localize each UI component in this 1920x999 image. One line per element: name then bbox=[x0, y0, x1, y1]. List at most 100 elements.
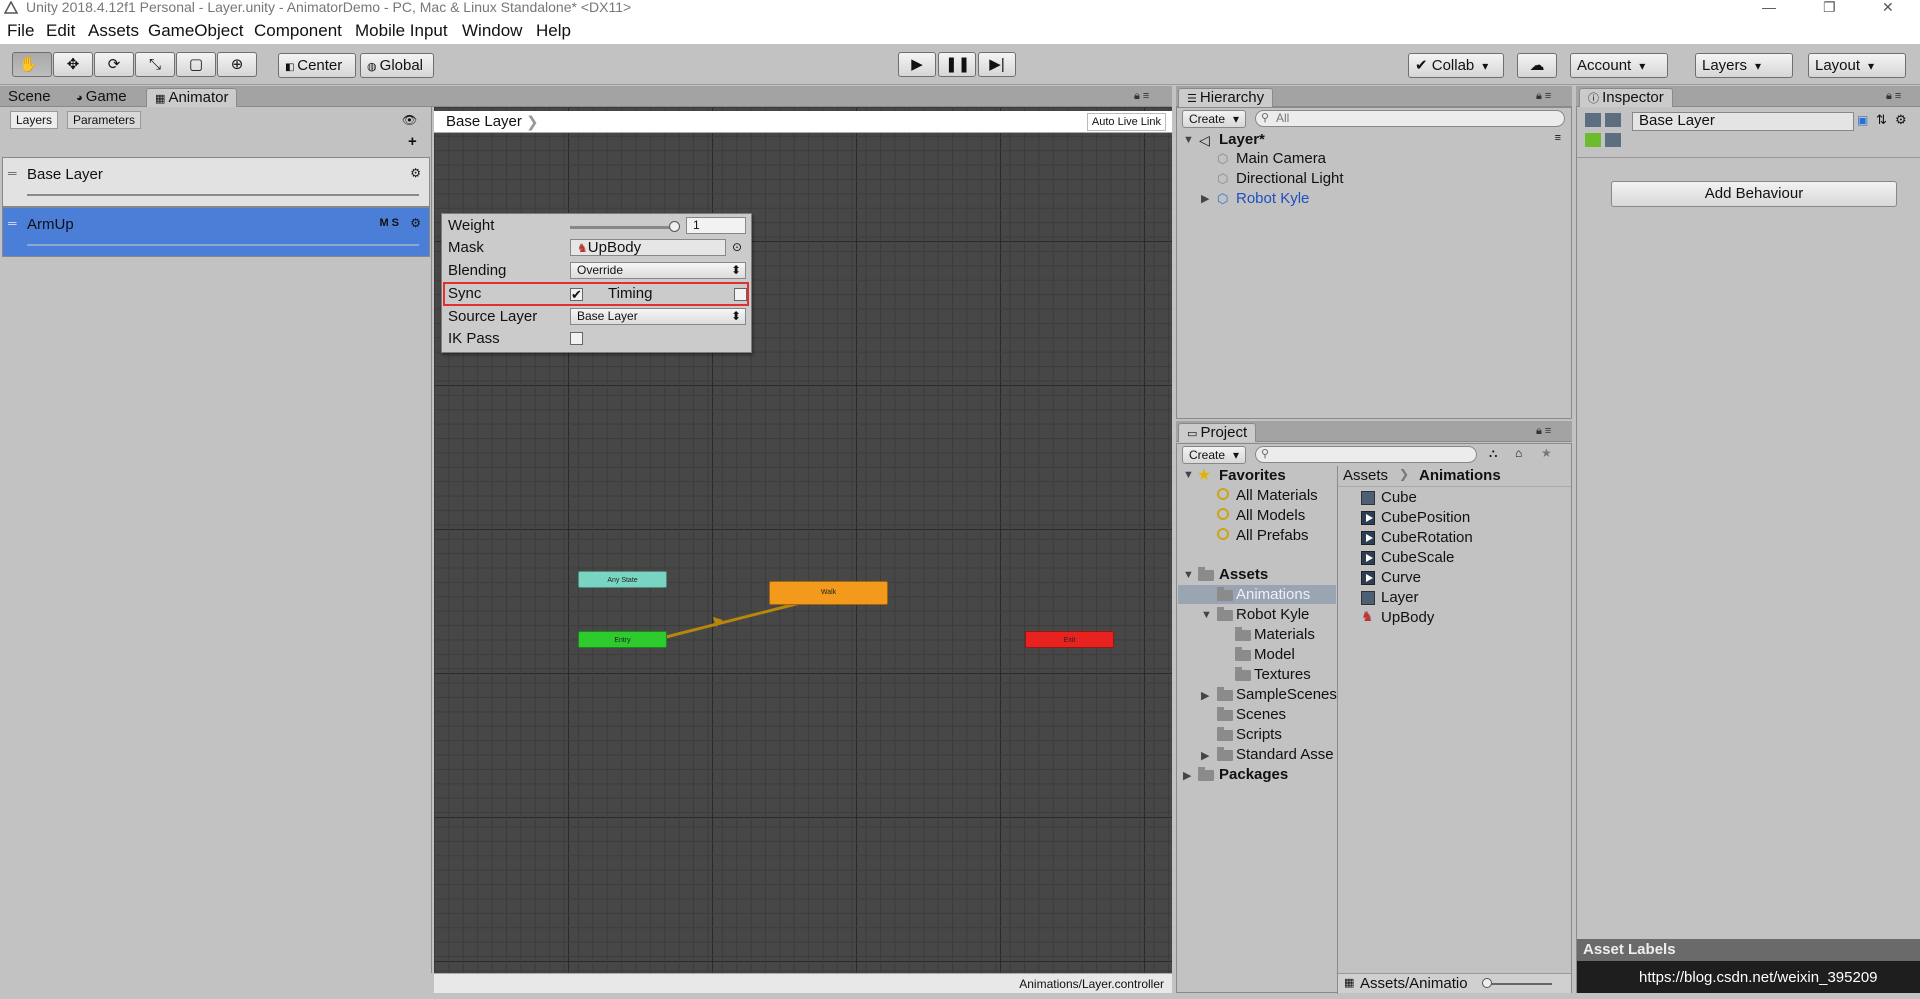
icon-size-slider[interactable] bbox=[1484, 983, 1552, 985]
asset-file[interactable]: Layer bbox=[1381, 589, 1419, 606]
menu-help[interactable]: Help bbox=[536, 21, 571, 41]
hierarchy-create-button[interactable]: Create bbox=[1182, 110, 1247, 128]
tab-parameters[interactable]: Parameters bbox=[67, 111, 142, 129]
layer-row-base[interactable]: ═ Base Layer ⚙ bbox=[2, 157, 430, 207]
foldout-arrow-icon[interactable]: ▶ bbox=[1201, 749, 1209, 762]
hierarchy-search-input[interactable]: All bbox=[1255, 110, 1565, 127]
layer-row-armup[interactable]: ═ ArmUp M S ⚙ bbox=[2, 207, 430, 257]
folder-scenes[interactable]: Scenes bbox=[1236, 706, 1286, 723]
menu-mobile-input[interactable]: Mobile Input bbox=[355, 21, 448, 41]
asset-file[interactable]: CubeScale bbox=[1381, 549, 1454, 566]
weight-slider-thumb[interactable] bbox=[669, 221, 680, 232]
state-exit[interactable]: Exit bbox=[1025, 631, 1114, 648]
add-behaviour-button[interactable]: Add Behaviour bbox=[1611, 181, 1897, 207]
menu-file[interactable]: File bbox=[7, 21, 34, 41]
icon-size-slider-thumb[interactable] bbox=[1482, 978, 1492, 988]
inspector-name-field[interactable]: Base Layer bbox=[1632, 112, 1854, 131]
state-walk[interactable]: Walk bbox=[769, 581, 888, 605]
hierarchy-item[interactable]: Main Camera bbox=[1236, 150, 1326, 167]
mask-field[interactable]: ♞UpBody bbox=[570, 239, 726, 256]
asset-file[interactable]: CubeRotation bbox=[1381, 529, 1473, 546]
folder-model[interactable]: Model bbox=[1254, 646, 1295, 663]
preset-icon[interactable]: ⇅ bbox=[1876, 112, 1887, 128]
folder-textures[interactable]: Textures bbox=[1254, 666, 1311, 683]
breadcrumb-animations[interactable]: Animations bbox=[1419, 467, 1501, 484]
foldout-arrow-icon[interactable]: ▼ bbox=[1201, 609, 1212, 621]
favorites-label[interactable]: Favorites bbox=[1219, 467, 1286, 484]
folder-robot-kyle[interactable]: Robot Kyle bbox=[1236, 606, 1309, 623]
pivot-global-toggle[interactable]: ◍ Global bbox=[360, 53, 434, 78]
tab-project[interactable]: ▭ Project bbox=[1178, 423, 1257, 442]
drag-handle-icon[interactable]: ═ bbox=[8, 166, 17, 180]
sync-checkbox[interactable]: ✔ bbox=[570, 288, 583, 301]
breadcrumb-assets[interactable]: Assets bbox=[1343, 467, 1388, 484]
foldout-arrow-icon[interactable]: ▶ bbox=[1201, 192, 1209, 205]
drag-handle-icon[interactable]: ═ bbox=[8, 216, 17, 230]
hierarchy-item[interactable]: Robot Kyle bbox=[1236, 190, 1309, 207]
menu-component[interactable]: Component bbox=[254, 21, 342, 41]
asset-file[interactable]: Cube bbox=[1381, 489, 1417, 506]
scene-foldout-arrow-icon[interactable]: ▼ bbox=[1183, 134, 1194, 146]
favorite-item[interactable]: All Prefabs bbox=[1236, 527, 1309, 544]
rotate-tool-button[interactable]: ⟳ bbox=[94, 52, 134, 77]
state-any-state[interactable]: Any State bbox=[578, 571, 667, 588]
play-button[interactable]: ▶ bbox=[898, 52, 936, 77]
layout-dropdown[interactable]: Layout bbox=[1808, 53, 1906, 78]
lock-icon[interactable]: 🔒︎ ≡ bbox=[1134, 90, 1149, 103]
menu-window[interactable]: Window bbox=[462, 21, 522, 41]
assets-foldout-arrow-icon[interactable]: ▼ bbox=[1183, 569, 1194, 581]
project-create-button[interactable]: Create bbox=[1182, 446, 1247, 464]
lock-icon[interactable]: 🔒︎ ≡ bbox=[1886, 90, 1901, 103]
pivot-center-toggle[interactable]: ◧ Center bbox=[278, 53, 356, 78]
layer-settings-gear-icon[interactable]: ⚙ bbox=[410, 216, 421, 230]
layers-dropdown[interactable]: Layers bbox=[1695, 53, 1793, 78]
weight-input[interactable]: 1 bbox=[686, 217, 746, 234]
asset-file[interactable]: CubePosition bbox=[1381, 509, 1470, 526]
foldout-arrow-icon[interactable]: ▶ bbox=[1183, 769, 1191, 782]
object-picker-icon[interactable]: ⊙ bbox=[732, 240, 742, 254]
source-layer-dropdown[interactable]: Base Layer ⬍ bbox=[570, 308, 746, 325]
collab-dropdown[interactable]: ✔ Collab bbox=[1408, 53, 1504, 78]
close-button[interactable]: ✕ bbox=[1882, 0, 1894, 14]
folder-animations[interactable]: Animations bbox=[1236, 586, 1310, 603]
tab-inspector[interactable]: ⓘ Inspector bbox=[1579, 88, 1673, 107]
foldout-arrow-icon[interactable]: ▶ bbox=[1201, 689, 1209, 702]
menu-edit[interactable]: Edit bbox=[46, 21, 75, 41]
scene-name[interactable]: Layer* bbox=[1219, 131, 1265, 148]
settings-gear-icon[interactable]: ⚙ bbox=[1895, 112, 1907, 128]
lock-icon[interactable]: 🔒︎ ≡ bbox=[1536, 90, 1551, 103]
layer-settings-gear-icon[interactable]: ⚙ bbox=[410, 166, 421, 180]
menu-assets[interactable]: Assets bbox=[88, 21, 139, 41]
folder-scripts[interactable]: Scripts bbox=[1236, 726, 1282, 743]
folder-samplescenes[interactable]: SampleScenes bbox=[1236, 686, 1337, 703]
tab-hierarchy[interactable]: ☰ Hierarchy bbox=[1178, 88, 1274, 107]
step-button[interactable]: ▶| bbox=[978, 52, 1016, 77]
folder-standard-assets[interactable]: Standard Asse bbox=[1236, 746, 1336, 763]
timing-checkbox[interactable] bbox=[734, 288, 747, 301]
folder-materials[interactable]: Materials bbox=[1254, 626, 1315, 643]
asset-file[interactable]: UpBody bbox=[1381, 609, 1434, 626]
ik-pass-checkbox[interactable] bbox=[570, 332, 583, 345]
state-entry[interactable]: Entry bbox=[578, 631, 667, 648]
hierarchy-item[interactable]: Directional Light bbox=[1236, 170, 1344, 187]
blending-dropdown[interactable]: Override ⬍ bbox=[570, 262, 746, 279]
favorite-item[interactable]: All Models bbox=[1236, 507, 1305, 524]
filter-label-icon[interactable]: ⌂ bbox=[1515, 446, 1522, 460]
eye-icon[interactable]: 👁︎ bbox=[402, 113, 417, 127]
minimize-button[interactable]: — bbox=[1762, 0, 1776, 14]
add-layer-button[interactable]: + bbox=[408, 133, 417, 150]
tab-scene[interactable]: Scene bbox=[0, 88, 59, 107]
tab-layers[interactable]: Layers bbox=[10, 111, 59, 129]
move-tool-button[interactable]: ✥ bbox=[53, 52, 93, 77]
star-icon[interactable]: ★ bbox=[1541, 446, 1552, 460]
menu-gameobject[interactable]: GameObject bbox=[148, 21, 243, 41]
hand-tool-button[interactable]: ✋ bbox=[12, 52, 52, 77]
tab-game[interactable]: ◕ Game bbox=[68, 88, 135, 107]
filter-type-icon[interactable]: ⛬ bbox=[1489, 446, 1497, 461]
transform-tool-button[interactable]: ⊕ bbox=[217, 52, 257, 77]
rect-tool-button[interactable]: ▢ bbox=[176, 52, 216, 77]
weight-slider-track[interactable] bbox=[570, 226, 675, 229]
help-book-icon[interactable]: ▣ bbox=[1857, 113, 1868, 127]
folder-packages[interactable]: Packages bbox=[1219, 766, 1288, 783]
pause-button[interactable]: ❚❚ bbox=[938, 52, 976, 77]
